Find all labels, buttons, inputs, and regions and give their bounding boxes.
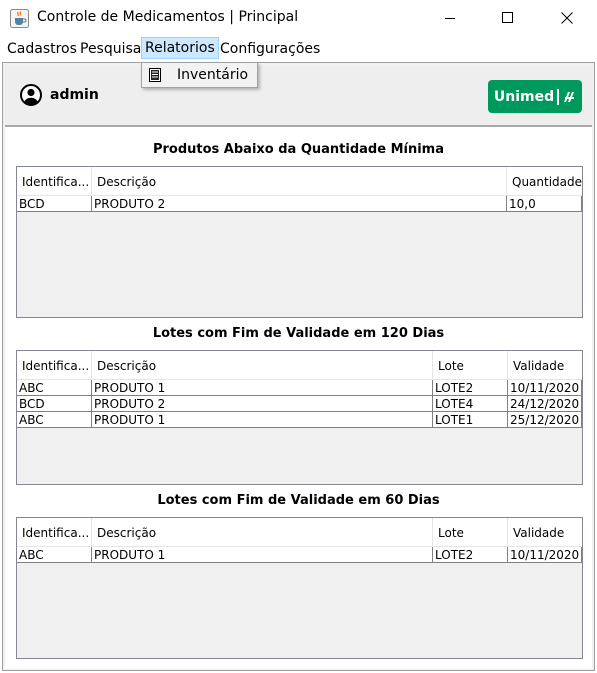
menu-cadastros[interactable]: Cadastros [4,38,80,60]
column-header-descricao[interactable]: Descrição [92,351,433,379]
cell-identificador: ABC [17,547,92,563]
section-title-expiry-60: Lotes com Fim de Validade em 60 Dias [157,493,440,508]
table-expiry-60[interactable]: Identifica... Descrição Lote Validade AB… [16,517,583,659]
cell-descricao: PRODUTO 1 [92,547,433,563]
cell-lote: LOTE4 [433,396,508,412]
cell-lote: LOTE1 [433,412,508,428]
column-header-identificador[interactable]: Identifica... [17,167,92,195]
table-header: Identifica... Descrição Lote Validade [17,518,582,547]
cell-lote: LOTE2 [433,547,508,563]
table-minimum-stock[interactable]: Identifica... Descrição Quantidade BCD P… [16,166,583,318]
column-header-quantidade[interactable]: Quantidade [507,167,582,195]
cell-identificador: BCD [17,196,92,212]
cell-identificador: ABC [17,412,92,428]
username-label: admin [50,87,99,103]
logo-text: Unimed [493,88,555,105]
column-header-validade[interactable]: Validade [508,518,582,546]
cell-validade: 25/12/2020 [508,412,582,428]
section-title-expiry-120: Lotes com Fim de Validade em 120 Dias [152,326,445,341]
cell-validade: 24/12/2020 [508,396,582,412]
window-title: Controle de Medicamentos | Principal [37,9,299,25]
java-cup-icon [10,9,29,28]
relatorios-dropdown-menu: Inventário [141,62,258,88]
main-window: Controle de Medicamentos | Principal Cad… [0,0,597,673]
unimed-symbol-icon [564,91,575,102]
cell-validade: 10/11/2020 [508,380,582,396]
close-icon [561,12,573,24]
table-row[interactable]: ABC PRODUTO 1 LOTE1 25/12/2020 [17,412,582,428]
column-header-validade[interactable]: Validade [508,351,582,379]
maximize-button[interactable] [479,0,537,36]
unimed-logo: Unimed [488,80,582,113]
table-header: Identifica... Descrição Quantidade [17,167,582,196]
cell-quantidade: 10,0 [507,196,582,212]
cell-descricao: PRODUTO 1 [92,380,433,396]
table-row[interactable]: BCD PRODUTO 2 LOTE4 24/12/2020 [17,396,582,412]
cell-identificador: BCD [17,396,92,412]
table-row[interactable]: BCD PRODUTO 2 10,0 [17,196,582,212]
minimize-button[interactable] [421,0,479,36]
cell-descricao: PRODUTO 2 [92,196,507,212]
minimize-icon [445,18,455,19]
menu-item-label: Inventário [177,67,249,83]
title-bar[interactable]: Controle de Medicamentos | Principal [0,0,597,36]
close-button[interactable] [538,0,596,36]
column-header-identificador[interactable]: Identifica... [17,518,92,546]
cell-validade: 10/11/2020 [508,547,582,563]
cell-lote: LOTE2 [433,380,508,396]
cell-descricao: PRODUTO 2 [92,396,433,412]
cell-descricao: PRODUTO 1 [92,412,433,428]
table-header: Identifica... Descrição Lote Validade [17,351,582,380]
table-row[interactable]: ABC PRODUTO 1 LOTE2 10/11/2020 [17,380,582,396]
report-icon [149,68,161,82]
user-icon [20,84,42,106]
column-header-descricao[interactable]: Descrição [92,518,433,546]
column-header-descricao[interactable]: Descrição [92,167,507,195]
column-header-identificador[interactable]: Identifica... [17,351,92,379]
section-title-minimum-stock: Produtos Abaixo da Quantidade Mínima [152,142,445,157]
maximize-icon [502,12,513,23]
column-header-lote[interactable]: Lote [433,351,508,379]
menu-relatorios[interactable]: Relatorios [141,37,219,59]
table-expiry-120[interactable]: Identifica... Descrição Lote Validade AB… [16,350,583,485]
table-row[interactable]: ABC PRODUTO 1 LOTE2 10/11/2020 [17,547,582,563]
cell-identificador: ABC [17,380,92,396]
column-header-lote[interactable]: Lote [433,518,508,546]
menu-configuracoes[interactable]: Configurações [217,38,323,60]
menu-item-inventario[interactable]: Inventário [142,63,257,87]
menu-pesquisa[interactable]: Pesquisa [77,38,144,60]
